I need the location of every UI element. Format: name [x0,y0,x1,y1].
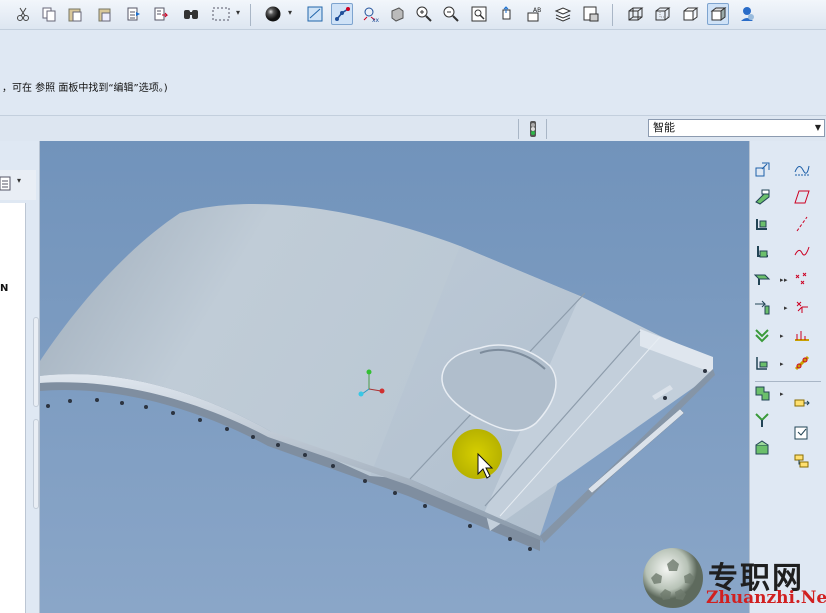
curve-icon[interactable] [791,158,813,180]
app-window: ▾ ▾ xx AB ，可在 参照 面板中找到“编辑”选项。) 智能 ▼ ▾ N … [0,0,826,613]
reorient-icon[interactable] [496,3,518,25]
axis-datum-icon[interactable] [791,213,813,235]
analysis-icon[interactable] [791,324,813,346]
no-hidden-icon[interactable] [679,3,701,25]
flange-icon[interactable] [751,409,773,431]
panel-splitter-2[interactable] [33,419,39,509]
select-dropdown-icon[interactable]: ▾ [236,8,240,17]
datum-display-icon[interactable] [331,3,353,25]
main-toolbar: ▾ ▾ xx AB [0,0,826,30]
wireframe-icon[interactable] [624,3,646,25]
spin-center-icon[interactable]: xx [359,3,381,25]
revolve-icon[interactable] [751,324,773,346]
csys-icon[interactable] [751,241,773,263]
regenerate-manager-icon[interactable] [150,3,172,25]
traffic-light-icon[interactable] [526,119,540,143]
extrude-icon[interactable] [751,296,773,318]
tree-item-partial: N [0,283,9,294]
selection-filter-value: 智能 [653,121,675,134]
model-tree-header: ▾ [0,170,36,200]
bend-icon[interactable] [751,437,773,459]
sketched-curve-icon[interactable] [791,241,813,263]
svg-text:xx: xx [372,17,379,23]
plane-icon[interactable] [751,158,773,180]
annotation-icon[interactable]: AB [524,3,546,25]
orient-icon[interactable] [386,3,408,25]
paste-icon[interactable] [64,3,86,25]
model-tree-icon[interactable] [736,3,758,25]
hidden-line-icon[interactable] [651,3,673,25]
settings-doc-icon[interactable] [0,176,14,196]
graphics-viewport[interactable] [40,141,749,613]
panel-splitter[interactable] [33,317,39,407]
selection-filter-select[interactable]: 智能 ▼ [648,119,825,137]
point-icon[interactable] [751,213,773,235]
copy-icon[interactable] [38,3,60,25]
sweep-icon[interactable] [751,352,773,374]
model-tree-list[interactable] [0,203,26,613]
point-datum-icon[interactable] [791,268,813,290]
shading-dropdown-icon[interactable]: ▾ [288,8,292,17]
refit-icon[interactable] [468,3,490,25]
watermark-url-text: Zhuanzhi.Net [706,588,826,608]
sketch-icon[interactable] [751,268,773,290]
model-tree-panel: ▾ N [0,141,40,613]
flatten-icon[interactable] [791,422,813,444]
convert-icon[interactable] [791,394,813,416]
view-manager-icon[interactable] [304,3,326,25]
select-box-icon[interactable] [208,3,234,25]
message-area: ，可在 参照 面板中找到“编辑”选项。) [0,31,826,114]
layers-icon[interactable] [552,3,574,25]
offset-csys-icon[interactable] [791,296,813,318]
watermark-logo-icon [640,545,706,611]
regenerate-icon[interactable] [123,3,145,25]
plane-datum-icon[interactable] [791,186,813,208]
find-icon[interactable] [180,3,202,25]
cursor-highlight [452,429,502,479]
cut-icon[interactable] [12,3,34,25]
zoom-in-icon[interactable] [413,3,435,25]
shading-icon[interactable] [262,3,284,25]
appearance-icon[interactable] [580,3,602,25]
feature-toolbar: ▸ ▸ ▸ ▸ ▸ ▸ [749,141,826,613]
zoom-out-icon[interactable] [440,3,462,25]
edge-rip-icon[interactable] [791,352,813,374]
paste-special-icon[interactable] [94,3,116,25]
chevron-down-icon: ▼ [814,123,821,132]
axis-icon[interactable] [751,186,773,208]
message-text: ，可在 参照 面板中找到“编辑”选项。) [2,83,168,94]
blend-icon[interactable] [751,382,773,404]
form-icon[interactable] [791,450,813,472]
tree-menu-dropdown-icon[interactable]: ▾ [17,176,21,185]
shaded-icon[interactable] [707,3,729,25]
